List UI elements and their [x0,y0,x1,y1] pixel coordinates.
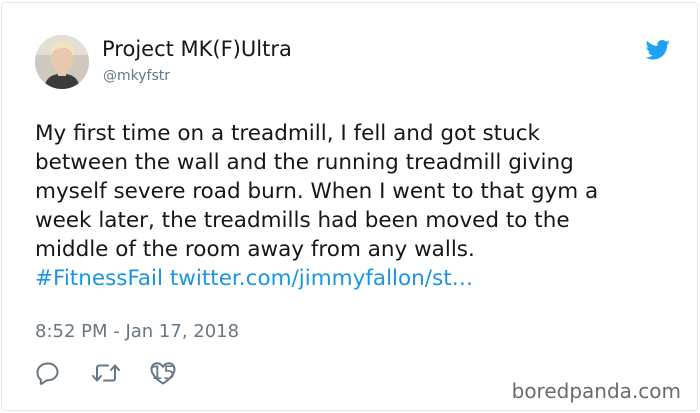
tweet-text-line: middle of the room away from any walls. [35,237,475,262]
tweet-text-line: My first time on a treadmill, I fell and… [35,121,540,146]
tweet-timestamp[interactable]: 8:52 PM - Jan 17, 2018 [35,321,239,342]
user-handle[interactable]: @mkyfstr [103,68,170,84]
twitter-bird-icon[interactable] [646,40,670,60]
tweet-links-line: #FitnessFail twitter.com/jimmyfallon/st… [35,264,675,293]
tweet-text-line: between the wall and the running treadmi… [35,150,574,175]
watermark: boredpanda.com [511,379,681,403]
url-link[interactable]: twitter.com/jimmyfallon/st… [170,266,473,291]
hashtag-link[interactable]: #FitnessFail [35,266,163,291]
avatar-image [35,35,89,89]
display-name[interactable]: Project MK(F)Ultra [102,37,292,61]
reply-icon[interactable] [35,359,61,387]
avatar[interactable] [35,35,89,89]
retweet-icon[interactable] [91,359,121,387]
tweet-text: My first time on a treadmill, I fell and… [35,119,675,293]
tweet-text-line: week later, the treadmills had been move… [35,208,570,233]
like-count: 15 [151,362,176,384]
tweet-card: Project MK(F)Ultra @mkyfstr My first tim… [1,2,698,411]
tweet-text-line: myself severe road burn. When I went to … [35,179,599,204]
